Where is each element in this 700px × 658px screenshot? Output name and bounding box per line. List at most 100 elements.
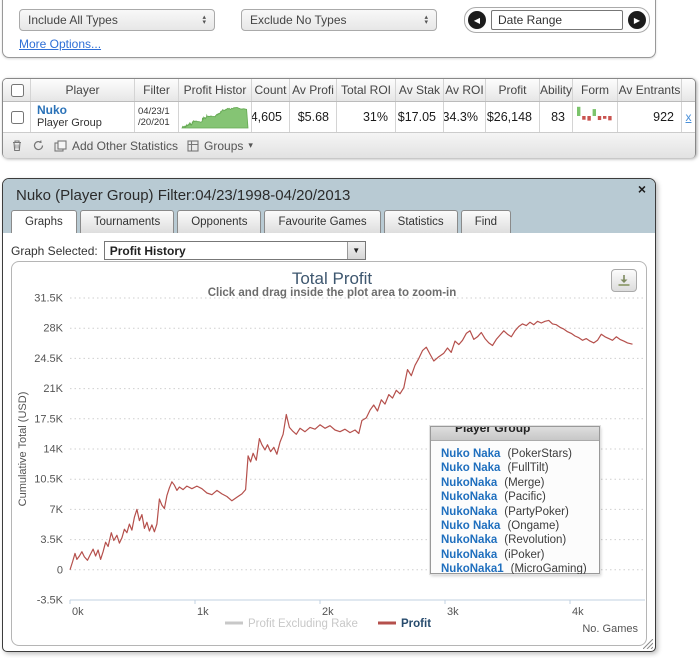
tooltip-row: NukoNaka(PartyPoker) — [441, 506, 599, 520]
tooltip-player-name: NukoNaka1 — [441, 563, 504, 575]
legend-label: Profit Excluding Rake — [248, 618, 358, 630]
tooltip-row: NukoNaka (iPoker) — [441, 549, 599, 563]
tab-tournaments[interactable]: Tournaments — [80, 210, 174, 233]
column-header-av-entrants[interactable]: Av Entrants — [618, 79, 682, 101]
graph-selected-label: Graph Selected: — [11, 244, 98, 258]
column-header-player[interactable]: Player — [31, 79, 135, 101]
tab-favourite-games[interactable]: Favourite Games — [264, 210, 380, 233]
select-all-checkbox[interactable] — [11, 84, 24, 97]
graph-selected-dropdown[interactable]: Profit History ▼ — [104, 241, 366, 260]
close-icon[interactable]: × — [638, 181, 646, 197]
y-tick-label: 0 — [57, 564, 63, 576]
column-header-av-stak[interactable]: Av Stak — [396, 79, 444, 101]
refresh-icon[interactable] — [32, 139, 45, 152]
column-header-av-profi[interactable]: Av Profi — [290, 79, 337, 101]
select-arrows-icon: ▴▾ — [424, 15, 428, 25]
count-cell: 4,605 — [252, 102, 290, 132]
y-tick-label: 17.5K — [34, 413, 63, 425]
av-stake-cell: $17.05 — [396, 102, 444, 132]
y-tick-label: 31.5K — [34, 293, 63, 305]
tab-opponents[interactable]: Opponents — [177, 210, 261, 233]
tooltip-player-name: Nuko Naka — [441, 448, 500, 460]
remove-row-cell: x — [682, 102, 695, 132]
column-header-count[interactable]: Count — [252, 79, 290, 101]
dropdown-arrow-icon: ▼ — [347, 242, 365, 259]
add-statistics-button[interactable]: Add Other Statistics — [54, 139, 178, 153]
tooltip-site-name: (Revolution) — [504, 534, 566, 546]
y-tick-label: 3.5K — [40, 534, 63, 546]
profit-chart[interactable]: -3.5K03.5K7K10.5K14K17.5K21K24.5K28K31.5… — [11, 261, 647, 646]
av-profit-cell: $5.68 — [290, 102, 337, 132]
sparkline-area — [182, 107, 248, 128]
tooltip-player-name: NukoNaka — [441, 506, 497, 518]
column-header-filter[interactable]: Filter — [135, 79, 179, 101]
resize-grip[interactable] — [643, 639, 653, 649]
tooltip-row: Nuko Naka(PokerStars) — [441, 448, 599, 462]
include-types-select[interactable]: Include All Types ▴▾ — [19, 9, 215, 31]
caret-down-icon: ▾ — [248, 140, 253, 151]
prev-arrow-icon: ◀ — [474, 16, 480, 25]
tooltip-site-name: (Merge) — [504, 477, 544, 489]
table-row[interactable]: Nuko Player Group 04/23/1 /20/201 4,605 … — [3, 102, 695, 133]
player-type: Player Group — [37, 117, 102, 130]
column-header-profit-histor[interactable]: Profit Histor — [179, 79, 252, 101]
column-header-total-roi[interactable]: Total ROI — [337, 79, 396, 101]
copy-icon — [54, 140, 67, 152]
column-header-ability[interactable]: Ability — [540, 79, 573, 101]
date-next-button[interactable]: ▶ — [628, 11, 646, 29]
tooltip-rows: Nuko Naka(PokerStars)Nuko Naka(FullTilt)… — [431, 441, 599, 578]
groups-dropdown[interactable]: Groups ▾ — [187, 139, 253, 153]
date-range-input[interactable]: Date Range — [491, 10, 623, 30]
tooltip-player-name: NukoNaka — [441, 477, 497, 489]
trash-icon[interactable] — [11, 139, 23, 152]
sparkline-svg — [180, 104, 250, 130]
filter-cell: 04/23/1 /20/201 — [135, 102, 179, 132]
row-checkbox[interactable] — [11, 111, 24, 124]
y-tick-label: 7K — [50, 504, 64, 516]
legend-item-profit-excluding-rake[interactable]: Profit Excluding Rake — [225, 618, 358, 630]
exclude-types-select[interactable]: Exclude No Types ▴▾ — [241, 9, 437, 31]
form-bar-down — [582, 116, 585, 120]
av-entrants-cell: 922 — [618, 102, 682, 132]
tab-graphs[interactable]: Graphs — [11, 210, 77, 233]
tooltip-row: NukoNaka1(MicroGaming) — [441, 563, 599, 577]
include-types-value: Include All Types — [28, 13, 118, 27]
form-bar-up — [577, 107, 580, 116]
column-header-av-roi[interactable]: Av ROI — [444, 79, 486, 101]
column-header-profit[interactable]: Profit — [486, 79, 540, 101]
tooltip-player-name: Nuko Naka — [441, 520, 500, 532]
tab-bar: GraphsTournamentsOpponentsFavourite Game… — [11, 210, 511, 233]
download-chart-button[interactable] — [611, 269, 637, 292]
table-header-row: PlayerFilterProfit HistorCountAv ProfiTo… — [3, 79, 695, 102]
tab-statistics[interactable]: Statistics — [384, 210, 458, 233]
tooltip-row: NukoNaka (Merge) — [441, 477, 599, 491]
legend-item-profit[interactable]: Profit — [378, 618, 431, 630]
row-checkbox-cell — [3, 102, 31, 132]
panel-header: Nuko (Player Group) Filter:04/23/1998-04… — [3, 179, 655, 233]
exclude-types-value: Exclude No Types — [250, 13, 347, 27]
table-toolbar: Add Other Statistics Groups ▾ — [3, 133, 695, 158]
tooltip-player-name: NukoNaka — [441, 491, 497, 503]
panel-title: Nuko (Player Group) Filter:04/23/1998-04… — [16, 187, 350, 204]
date-range-control: ◀ Date Range ▶ — [464, 7, 650, 33]
date-prev-button[interactable]: ◀ — [468, 11, 486, 29]
form-bars-svg — [575, 106, 615, 128]
profit-history-sparkline — [179, 102, 252, 132]
tooltip-row: Nuko Naka(Ongame) — [441, 520, 599, 534]
tooltip-player-name: NukoNaka — [441, 534, 497, 546]
x-axis-title: No. Games — [582, 623, 638, 635]
tooltip-player-name: NukoNaka — [441, 549, 497, 561]
form-bar-down — [587, 116, 590, 121]
graph-selected-row: Graph Selected: Profit History ▼ — [11, 241, 366, 260]
column-header-form[interactable]: Form — [573, 79, 618, 101]
tooltip-site-name: (iPoker) — [504, 549, 544, 561]
x-tick-label: 2k — [322, 606, 334, 618]
av-roi-cell: 34.3% — [444, 102, 486, 132]
y-tick-label: 10.5K — [34, 474, 63, 486]
y-tick-label: -3.5K — [37, 595, 64, 607]
form-bar-down — [608, 116, 611, 120]
tooltip-row: NukoNaka (Revolution) — [441, 534, 599, 548]
tab-find[interactable]: Find — [461, 210, 511, 233]
more-options-link[interactable]: More Options... — [19, 37, 101, 51]
remove-row-link[interactable]: x — [686, 110, 692, 124]
